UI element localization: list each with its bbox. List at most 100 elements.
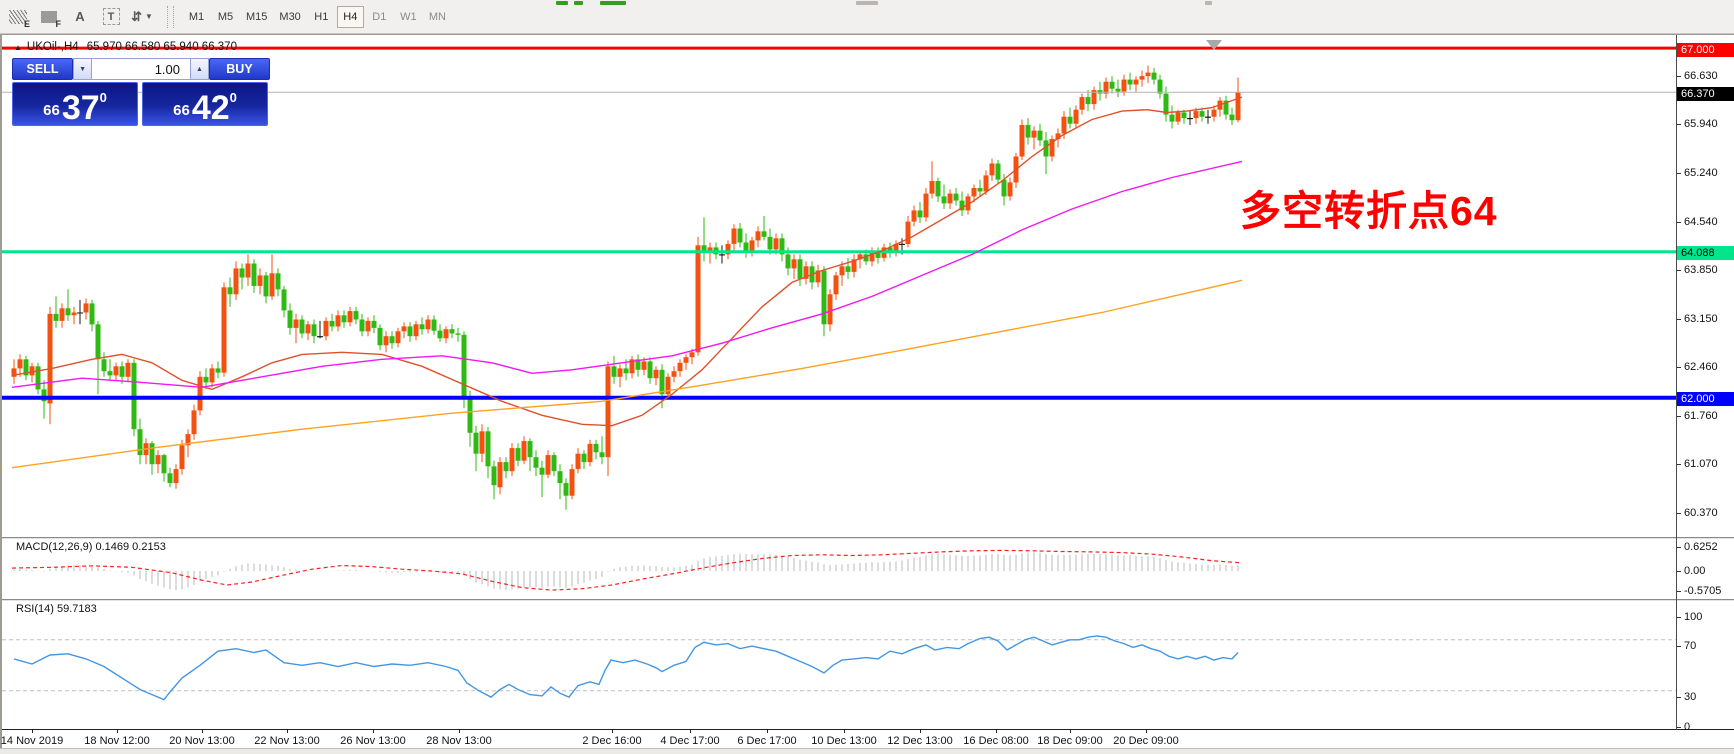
price-tag-black: 66.370 <box>1677 87 1734 101</box>
rsi-panel-plot[interactable] <box>2 601 1676 729</box>
time-tick-label: 18 Nov 12:00 <box>84 735 150 747</box>
tab-m5[interactable]: M5 <box>212 6 239 28</box>
price-tick-label: 63.850 <box>1684 264 1718 276</box>
rsi-tick <box>1677 727 1681 728</box>
time-tick-label: 2 Dec 16:00 <box>582 735 642 747</box>
macd-tick <box>1677 571 1681 572</box>
time-tick <box>767 729 768 733</box>
price-axis-border <box>1676 35 1677 730</box>
arrows-glyph: ⇵ <box>131 8 142 24</box>
macd-indicator-label: MACD(12,26,9) 0.1469 0.2153 <box>16 541 166 553</box>
price-tick-label: 65.940 <box>1684 118 1718 130</box>
price-tick <box>1677 319 1681 320</box>
collapse-icon[interactable]: ▲ <box>14 43 22 52</box>
tab-d1[interactable]: D1 <box>366 6 393 28</box>
time-tick <box>844 729 845 733</box>
price-tick <box>1677 416 1681 417</box>
sell-button[interactable]: SELL <box>12 58 74 80</box>
indicator-hatch-icon[interactable]: E <box>5 5 31 29</box>
volume-increase-button[interactable]: ▲ <box>190 58 209 80</box>
hatch-sub-label: E <box>23 18 30 29</box>
price-tick-label: 65.240 <box>1684 167 1718 179</box>
price-tick <box>1677 124 1681 125</box>
textbox-icon[interactable]: T <box>98 5 124 29</box>
price-tick-label: 66.630 <box>1684 70 1718 82</box>
bid-prefix: 66 <box>43 102 60 119</box>
toolbar: E F A T ⇵ ▼ M1 M5 M15 M30 H1 H4 D1 W1 MN <box>0 0 1734 34</box>
time-tick-label: 16 Dec 08:00 <box>963 735 1029 747</box>
time-tick <box>117 729 118 733</box>
ohlc-values: 65.970 66.580 65.940 66.370 <box>86 41 237 53</box>
price-tick-label: 64.540 <box>1684 216 1718 228</box>
time-tick <box>32 729 33 733</box>
panel-separator-highlight <box>2 538 1734 539</box>
macd-tick <box>1677 547 1681 548</box>
rsi-tick-label: 0 <box>1684 721 1691 733</box>
macd-tick <box>1677 591 1681 592</box>
rsi-tick-label: 30 <box>1684 691 1697 703</box>
time-tick <box>287 729 288 733</box>
time-tick-label: 6 Dec 17:00 <box>737 735 797 747</box>
volume-input[interactable] <box>92 58 190 80</box>
price-tick-label: 63.150 <box>1684 313 1718 325</box>
text-label-icon[interactable]: A <box>67 5 93 29</box>
time-tick-label: 20 Nov 13:00 <box>169 735 235 747</box>
bid-price-tile[interactable]: 66 37 0 <box>12 82 138 126</box>
time-tick-label: 28 Nov 13:00 <box>426 735 492 747</box>
macd-tick-label: 0.00 <box>1684 565 1706 577</box>
price-tick-label: 61.760 <box>1684 410 1718 422</box>
bid-big-digits: 37 <box>61 88 100 127</box>
rsi-tick-label: 70 <box>1684 640 1697 652</box>
time-tick-label: 26 Nov 13:00 <box>340 735 406 747</box>
time-tick-label: 22 Nov 13:00 <box>254 735 320 747</box>
price-tick <box>1677 222 1681 223</box>
time-tick <box>1146 729 1147 733</box>
time-tick <box>612 729 613 733</box>
tab-w1[interactable]: W1 <box>395 6 422 28</box>
price-tag-blue: 62.000 <box>1677 392 1734 406</box>
toolbar-separator <box>167 5 174 28</box>
chart-window: ▲ UKOil-,H4 65.970 66.580 65.940 66.370 SE… <box>0 34 1734 749</box>
price-tick <box>1677 367 1681 368</box>
time-tick <box>1070 729 1071 733</box>
macd-histogram <box>13 552 1239 591</box>
rsi-indicator-label: RSI(14) 59.7183 <box>16 603 97 615</box>
price-tick <box>1677 270 1681 271</box>
price-tag-red: 67.000 <box>1677 43 1734 57</box>
tab-h1[interactable]: H1 <box>308 6 335 28</box>
price-tick <box>1677 173 1681 174</box>
arrows-tool-icon[interactable]: ⇵ ▼ <box>129 5 155 29</box>
time-tick-label: 4 Dec 17:00 <box>660 735 720 747</box>
time-tick <box>996 729 997 733</box>
fibonacci-grid-icon[interactable]: F <box>36 5 62 29</box>
time-tick-label: 18 Dec 09:00 <box>1037 735 1103 747</box>
price-tick <box>1677 76 1681 77</box>
one-click-trading-panel: SELL ▼ ▲ BUY 66 37 0 66 42 0 <box>12 58 270 126</box>
chart-annotation-text: 多空转折点64 <box>1240 188 1498 234</box>
tab-m30[interactable]: M30 <box>274 6 305 28</box>
time-tick-label: 14 Nov 2019 <box>0 735 64 747</box>
ask-prefix: 66 <box>173 102 190 119</box>
price-tick <box>1677 513 1681 514</box>
symbol-period-label: UKOil-,H4 <box>26 41 79 53</box>
price-tick-label: 61.070 <box>1684 458 1718 470</box>
volume-decrease-button[interactable]: ▼ <box>73 58 92 80</box>
macd-tick-label: -0.5705 <box>1684 585 1722 597</box>
chart-shift-marker-icon[interactable] <box>1206 40 1222 50</box>
macd-panel-plot[interactable] <box>2 539 1676 599</box>
tab-mn[interactable]: MN <box>424 6 451 28</box>
textbox-glyph: T <box>102 8 120 25</box>
text-label-glyph: A <box>75 9 85 24</box>
ask-price-tile[interactable]: 66 42 0 <box>142 82 268 126</box>
time-tick-label: 20 Dec 09:00 <box>1113 735 1179 747</box>
price-tick-label: 62.460 <box>1684 361 1718 373</box>
rsi-tick <box>1677 697 1681 698</box>
buy-button[interactable]: BUY <box>208 58 270 80</box>
price-tick-label: 60.370 <box>1684 507 1718 519</box>
tab-m15[interactable]: M15 <box>241 6 272 28</box>
tab-m1[interactable]: M1 <box>183 6 210 28</box>
ma-slow <box>11 279 1243 469</box>
tab-h4[interactable]: H4 <box>336 5 364 28</box>
rsi-line <box>13 635 1239 701</box>
ask-big-digits: 42 <box>191 88 230 127</box>
